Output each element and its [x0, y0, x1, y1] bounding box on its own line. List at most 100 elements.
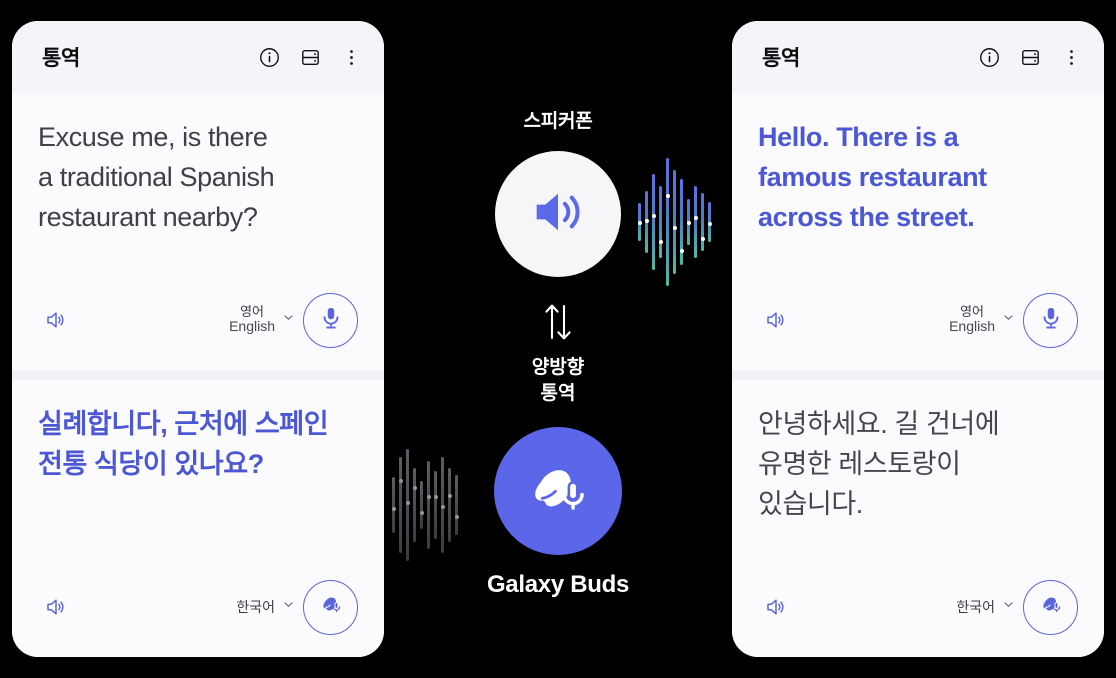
right-source-language-selector[interactable]: 영어 English [949, 305, 1015, 334]
split-screen-icon[interactable] [300, 47, 321, 68]
left-target-controls: 한국어 [38, 565, 358, 657]
waveform-dot [686, 221, 691, 225]
waveform-bar [391, 477, 396, 533]
waveform-bar [454, 475, 459, 535]
waveform-dot [644, 219, 649, 223]
more-options-icon[interactable] [341, 47, 362, 68]
right-source-mic-button[interactable] [1023, 292, 1078, 348]
left-target-language-selector[interactable]: 한국어 [236, 597, 295, 617]
right-target-language-selector[interactable]: 한국어 [956, 597, 1015, 617]
chevron-down-icon [282, 311, 295, 329]
right-pane-divider [732, 370, 1104, 380]
chevron-down-icon [282, 598, 295, 616]
waveform-dot [679, 249, 684, 253]
waveform-dot [391, 507, 396, 511]
center-mode-column: 스피커폰 양방향 통역 Galaxy Buds [384, 0, 732, 678]
right-target-buds-mic-button[interactable] [1023, 579, 1078, 635]
right-source-language-stack: 영어 English [949, 305, 995, 334]
right-title-actions [979, 47, 1082, 68]
waveform-bar [405, 449, 410, 561]
info-icon[interactable] [259, 47, 280, 68]
left-source-language-native: 영어 [240, 304, 264, 320]
waveform-dot [672, 226, 677, 230]
speakerphone-label: 스피커폰 [523, 111, 593, 132]
earbud-mic-icon [1036, 590, 1066, 625]
right-phone-panel: 통역 Hello. There is a famous restaurant a… [732, 21, 1104, 657]
waveform-dot [433, 495, 438, 499]
right-source-pane: Hello. There is a famous restaurant acro… [732, 93, 1104, 370]
waveform-bar [426, 461, 431, 549]
waveform-dot [440, 505, 445, 509]
waveform-bar [679, 179, 684, 265]
more-options-icon[interactable] [1061, 47, 1082, 68]
speakerphone-button[interactable] [495, 151, 621, 277]
split-screen-icon[interactable] [1020, 47, 1041, 68]
right-title-bar: 통역 [732, 21, 1104, 93]
interpreter-demo-stage: 통역 Excuse me, is there a traditional Spa… [0, 0, 1116, 678]
waveform-inactive [391, 438, 459, 572]
waveform-dot [412, 486, 417, 490]
waveform-bar [412, 468, 417, 542]
waveform-active [637, 152, 712, 292]
right-page-title: 통역 [762, 47, 801, 70]
left-source-language-english: English [229, 318, 275, 335]
left-title-bar: 통역 [12, 21, 384, 93]
mode-label: 양방향 통역 [531, 357, 585, 404]
waveform-dot [637, 221, 642, 225]
galaxy-buds-button[interactable] [494, 427, 622, 555]
left-target-right-controls: 한국어 [236, 579, 358, 635]
speaker-icon[interactable] [38, 589, 74, 625]
waveform-dot [658, 240, 663, 244]
waveform-bar [433, 471, 438, 539]
left-title-actions [259, 47, 362, 68]
left-target-buds-mic-button[interactable] [303, 579, 358, 635]
speaker-icon[interactable] [758, 589, 794, 625]
waveform-dot [665, 194, 670, 198]
chevron-down-icon [1002, 311, 1015, 329]
right-target-language-native: 한국어 [956, 599, 995, 615]
bidirectional-arrows-icon [536, 299, 580, 345]
left-source-text: Excuse me, is there a traditional Spanis… [38, 122, 275, 232]
speaker-loud-icon [527, 181, 589, 248]
waveform-bar [700, 193, 705, 251]
microphone-icon [1038, 305, 1064, 336]
right-source-right-controls: 영어 English [949, 292, 1078, 348]
speaker-icon[interactable] [38, 302, 74, 338]
waveform-dot [700, 237, 705, 241]
waveform-bar [658, 186, 663, 258]
left-target-text: 실례합니다, 근처에 스페인 전통 식당이 있나요? [38, 409, 329, 479]
left-phone-panel: 통역 Excuse me, is there a traditional Spa… [12, 21, 384, 657]
waveform-bar [637, 203, 642, 241]
right-source-text: Hello. There is a famous restaurant acro… [758, 122, 987, 232]
waveform-dot [447, 494, 452, 498]
right-target-right-controls: 한국어 [956, 579, 1078, 635]
waveform-dot [426, 495, 431, 499]
waveform-bar [398, 457, 403, 553]
waveform-bar [672, 170, 677, 274]
chevron-down-icon [1002, 598, 1015, 616]
waveform-dot [419, 511, 424, 515]
right-target-pane: 안녕하세요. 길 건너에 유명한 레스토랑이 있습니다. 한국어 [732, 380, 1104, 657]
left-pane-divider [12, 370, 384, 380]
left-source-right-controls: 영어 English [229, 292, 358, 348]
left-source-pane: Excuse me, is there a traditional Spanis… [12, 93, 384, 370]
left-target-pane: 실례합니다, 근처에 스페인 전통 식당이 있나요? 한국어 [12, 380, 384, 657]
earbud-mic-icon [521, 452, 595, 531]
waveform-bar [440, 457, 445, 553]
speaker-icon[interactable] [758, 302, 794, 338]
left-source-language-stack: 영어 English [229, 305, 275, 334]
waveform-bar [447, 468, 452, 542]
left-source-language-selector[interactable]: 영어 English [229, 305, 295, 334]
waveform-dot [693, 216, 698, 220]
waveform-dot [651, 214, 656, 218]
waveform-dot [707, 222, 712, 226]
right-source-language-native: 영어 [960, 304, 984, 320]
left-source-controls: 영어 English [38, 278, 358, 370]
info-icon[interactable] [979, 47, 1000, 68]
waveform-dot [405, 501, 410, 505]
waveform-bar [651, 174, 656, 270]
waveform-bar [644, 191, 649, 253]
right-target-text: 안녕하세요. 길 건너에 유명한 레스토랑이 있습니다. [758, 409, 1000, 519]
waveform-bar [686, 199, 691, 245]
left-source-mic-button[interactable] [303, 292, 358, 348]
